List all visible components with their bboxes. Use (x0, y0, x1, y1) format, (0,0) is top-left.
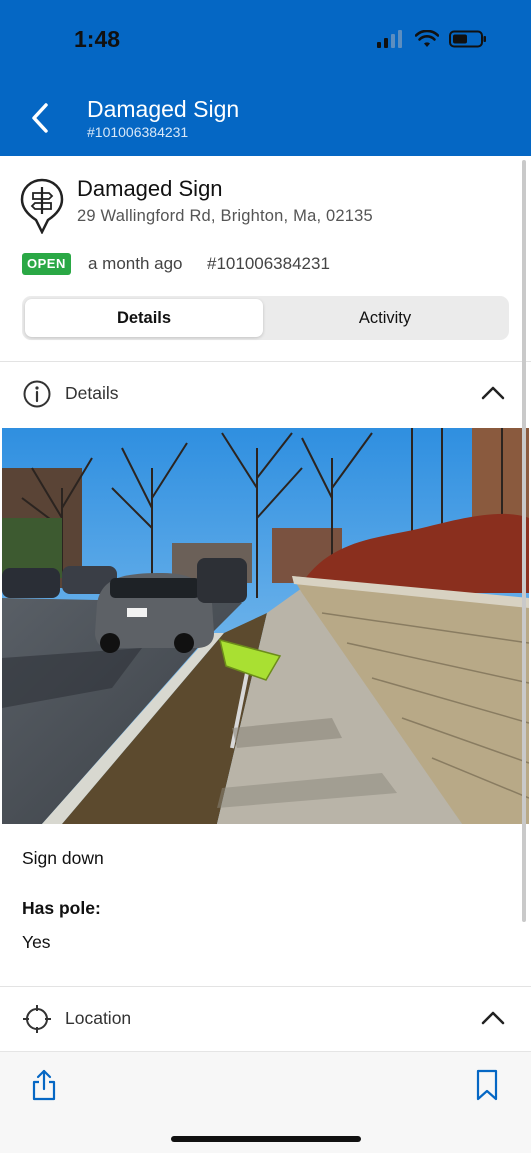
request-title: Damaged Sign (77, 176, 223, 201)
back-button[interactable] (24, 100, 56, 136)
cellular-signal-icon (377, 30, 402, 48)
tab-segmented-control: Details Activity (22, 296, 509, 340)
has-pole-value: Yes (22, 932, 51, 952)
chevron-up-icon[interactable] (481, 1008, 505, 1028)
request-time-ago: a month ago (88, 254, 183, 273)
header-title: Damaged Sign (87, 96, 240, 122)
header-subtitle: #101006384231 (87, 124, 189, 140)
tab-activity[interactable]: Activity (266, 299, 504, 337)
request-photo[interactable] (2, 428, 529, 824)
scrollbar[interactable] (522, 160, 526, 922)
status-time: 1:48 (74, 26, 121, 52)
info-icon (23, 380, 51, 408)
status-icons (377, 30, 487, 48)
battery-icon (449, 30, 486, 48)
request-description: Sign down (22, 848, 104, 868)
request-address: 29 Wallingford Rd, Brighton, Ma, 02135 (77, 207, 373, 225)
app-header: 1:48 Damaged Sign #101006384231 (0, 0, 531, 156)
details-section-label: Details (65, 383, 119, 403)
bookmark-icon[interactable] (475, 1069, 499, 1101)
damaged-sign-photo (2, 428, 529, 824)
location-section-label: Location (65, 1008, 132, 1028)
details-section-header[interactable]: Details (0, 363, 531, 423)
has-pole-label: Has pole: (22, 898, 101, 918)
chevron-up-icon[interactable] (481, 383, 505, 403)
sign-map-pin-icon (20, 178, 64, 234)
status-badge: OPEN (22, 253, 71, 275)
bottom-toolbar (0, 1051, 531, 1153)
tab-details[interactable]: Details (25, 299, 263, 337)
location-section-header[interactable]: Location (0, 988, 531, 1048)
crosshair-location-icon (23, 1005, 51, 1033)
share-icon[interactable] (30, 1069, 58, 1101)
divider (0, 361, 531, 362)
wifi-icon (415, 30, 439, 47)
divider (0, 986, 531, 987)
chevron-left-icon (32, 103, 48, 133)
home-indicator (171, 1136, 361, 1142)
request-id: #101006384231 (207, 254, 330, 273)
